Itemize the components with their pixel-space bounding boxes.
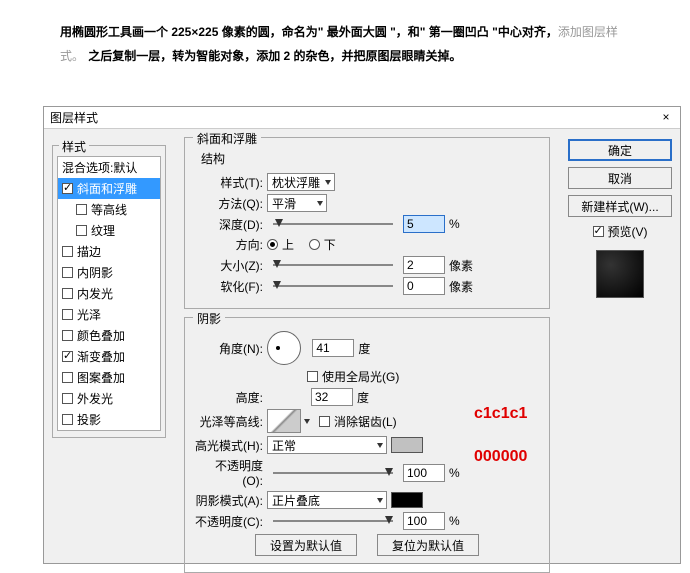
depth-slider[interactable]	[273, 223, 393, 225]
satin-item[interactable]: 光泽	[58, 304, 160, 325]
style-label: 样式(T):	[195, 174, 263, 191]
checkbox-icon[interactable]	[62, 183, 73, 194]
shading-legend: 阴影	[193, 310, 225, 327]
drop-shadow-item[interactable]: 投影	[58, 409, 160, 430]
stroke-item[interactable]: 描边	[58, 241, 160, 262]
method-select[interactable]: 平滑	[267, 194, 327, 212]
grad-overlay-item[interactable]: 渐变叠加	[58, 346, 160, 367]
shading-fieldset: 阴影 角度(N): 41度 使用全局光(G) 高度:32度 光泽等高线: 消除锯…	[184, 317, 550, 573]
settings-panel: 斜面和浮雕 结构 样式(T):枕状浮雕 方法(Q):平滑 深度(D):5% 方向…	[174, 129, 560, 563]
layer-style-dialog: 图层样式 × 样式 混合选项:默认 斜面和浮雕 等高线 纹理 描边 内阴影 内发…	[43, 106, 681, 564]
action-panel: 确定 取消 新建样式(W)... 预览(V)	[560, 129, 680, 563]
antialias-checkbox[interactable]	[319, 416, 330, 427]
bevel-fieldset: 斜面和浮雕 结构 样式(T):枕状浮雕 方法(Q):平滑 深度(D):5% 方向…	[184, 137, 550, 309]
inner-glow-item[interactable]: 内发光	[58, 283, 160, 304]
shadow-opacity-label: 不透明度(C):	[195, 513, 263, 530]
styles-label: 样式	[59, 138, 89, 155]
angle-dial[interactable]	[267, 331, 301, 365]
new-style-button[interactable]: 新建样式(W)...	[568, 195, 672, 217]
direction-up-radio[interactable]	[267, 239, 278, 250]
inner-shadow-item[interactable]: 内阴影	[58, 262, 160, 283]
preview-checkbox[interactable]	[593, 226, 604, 237]
highlight-color-swatch[interactable]	[391, 437, 423, 453]
highlight-mode-select[interactable]: 正常	[267, 436, 387, 454]
make-default-button[interactable]: 设置为默认值	[255, 534, 357, 556]
highlight-opacity-input[interactable]: 100	[403, 464, 445, 482]
shadow-opacity-slider[interactable]	[273, 520, 393, 522]
structure-label: 结构	[201, 150, 539, 167]
method-label: 方法(Q):	[195, 195, 263, 212]
checkbox-icon[interactable]	[62, 246, 73, 257]
soften-input[interactable]: 0	[403, 277, 445, 295]
cancel-button[interactable]: 取消	[568, 167, 672, 189]
depth-label: 深度(D):	[195, 216, 263, 233]
checkbox-icon[interactable]	[62, 309, 73, 320]
style-select[interactable]: 枕状浮雕	[267, 173, 335, 191]
checkbox-icon[interactable]	[62, 330, 73, 341]
pattern-overlay-item[interactable]: 图案叠加	[58, 367, 160, 388]
soften-label: 软化(F):	[195, 278, 263, 295]
shadow-opacity-input[interactable]: 100	[403, 512, 445, 530]
shadow-color-swatch[interactable]	[391, 492, 423, 508]
bevel-legend: 斜面和浮雕	[193, 130, 261, 147]
angle-label: 角度(N):	[195, 340, 263, 357]
style-list: 混合选项:默认 斜面和浮雕 等高线 纹理 描边 内阴影 内发光 光泽 颜色叠加 …	[57, 156, 161, 431]
shadow-color-annotation: 000000	[474, 448, 527, 466]
checkbox-icon[interactable]	[62, 267, 73, 278]
size-label: 大小(Z):	[195, 257, 263, 274]
gloss-contour-picker[interactable]	[267, 409, 301, 433]
outer-glow-item[interactable]: 外发光	[58, 388, 160, 409]
blend-options-item[interactable]: 混合选项:默认	[58, 157, 160, 178]
soften-slider[interactable]	[273, 285, 393, 287]
ok-button[interactable]: 确定	[568, 139, 672, 161]
size-input[interactable]: 2	[403, 256, 445, 274]
highlight-color-annotation: c1c1c1	[474, 405, 527, 423]
checkbox-icon[interactable]	[62, 393, 73, 404]
angle-input[interactable]: 41	[312, 339, 354, 357]
close-icon[interactable]: ×	[658, 110, 674, 126]
color-overlay-item[interactable]: 颜色叠加	[58, 325, 160, 346]
texture-item[interactable]: 纹理	[58, 220, 160, 241]
gloss-label: 光泽等高线:	[195, 413, 263, 430]
shadow-mode-label: 阴影模式(A):	[195, 492, 263, 509]
dialog-title: 图层样式	[50, 109, 658, 126]
contour-item[interactable]: 等高线	[58, 199, 160, 220]
highlight-opacity-slider[interactable]	[273, 472, 393, 474]
direction-label: 方向:	[195, 236, 263, 253]
shadow-mode-select[interactable]: 正片叠底	[267, 491, 387, 509]
altitude-label: 高度:	[195, 389, 263, 406]
preview-label: 预览(V)	[608, 223, 648, 240]
preview-thumbnail	[596, 250, 644, 298]
highlight-opacity-label: 不透明度(O):	[195, 457, 263, 488]
reset-default-button[interactable]: 复位为默认值	[377, 534, 479, 556]
checkbox-icon[interactable]	[76, 204, 87, 215]
bevel-item[interactable]: 斜面和浮雕	[58, 178, 160, 199]
checkbox-icon[interactable]	[62, 288, 73, 299]
checkbox-icon[interactable]	[62, 414, 73, 425]
global-light-checkbox[interactable]	[307, 371, 318, 382]
size-slider[interactable]	[273, 264, 393, 266]
checkbox-icon[interactable]	[62, 372, 73, 383]
styles-panel: 样式 混合选项:默认 斜面和浮雕 等高线 纹理 描边 内阴影 内发光 光泽 颜色…	[44, 129, 174, 563]
checkbox-icon[interactable]	[76, 225, 87, 236]
altitude-input[interactable]: 32	[311, 388, 353, 406]
titlebar[interactable]: 图层样式 ×	[44, 107, 680, 129]
highlight-mode-label: 高光模式(H):	[195, 437, 263, 454]
instruction-text: 用椭圆形工具画一个 225×225 像素的圆，命名为" 最外面大圆 "，和" 第…	[0, 0, 690, 76]
depth-input[interactable]: 5	[403, 215, 445, 233]
checkbox-icon[interactable]	[62, 351, 73, 362]
direction-down-radio[interactable]	[309, 239, 320, 250]
